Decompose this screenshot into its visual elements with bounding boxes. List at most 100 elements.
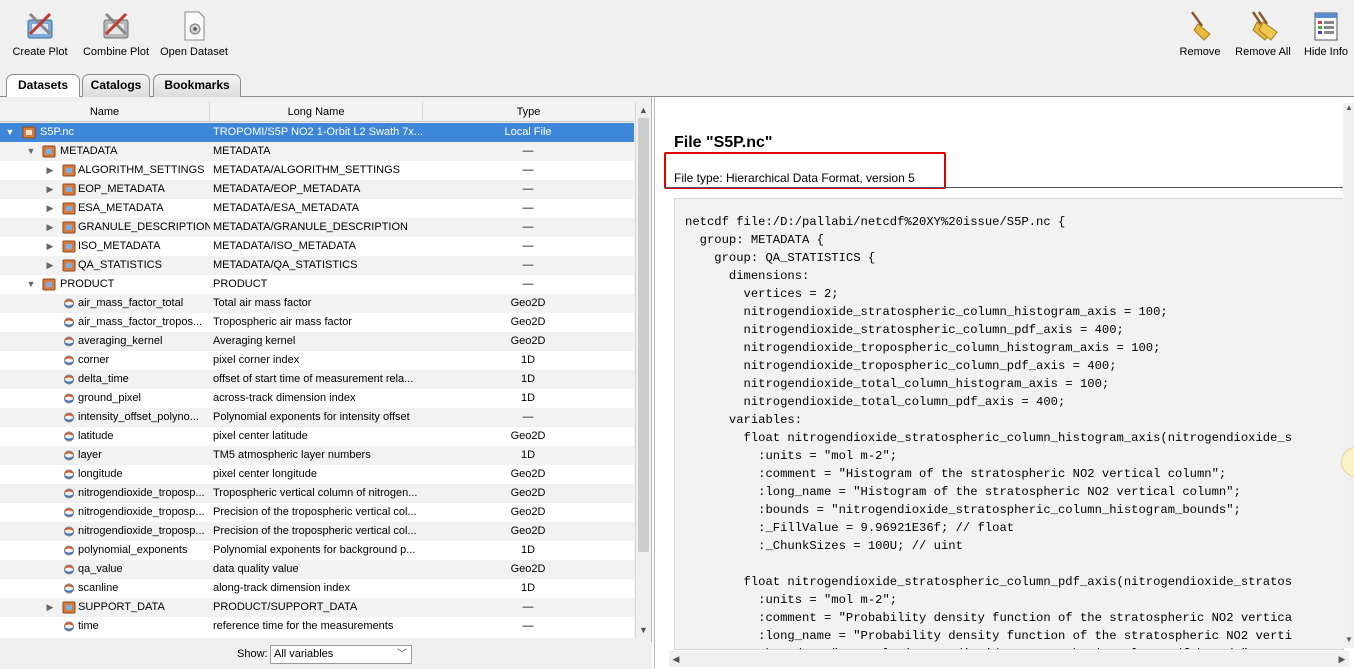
tree-row[interactable]: ▼ PRODUCT PRODUCT — xyxy=(0,275,634,294)
folder-icon xyxy=(42,278,56,291)
tree-row[interactable]: air_mass_factor_tropos... Tropospheric ai… xyxy=(0,313,634,332)
info-horizontal-scrollbar[interactable]: ◀ ▶ xyxy=(669,651,1349,667)
tree-row[interactable]: scanline along-track dimension index 1D xyxy=(0,579,634,598)
tree-row[interactable]: ▶ ESA_METADATA METADATA/ESA_METADATA — xyxy=(0,199,634,218)
tree-cell-name: ▶ ISO_METADATA xyxy=(0,237,210,256)
expand-toggle-icon[interactable]: ▶ xyxy=(44,598,56,617)
tree-row[interactable]: time reference time for the measurements — xyxy=(0,617,634,636)
variable-icon xyxy=(64,336,74,347)
variable-icon xyxy=(64,621,74,632)
tree-item-name: latitude xyxy=(78,430,114,442)
scroll-right-arrow[interactable]: ▶ xyxy=(1335,651,1349,667)
remove-button[interactable]: Remove xyxy=(1178,10,1222,64)
cdl-line: nitrogendioxide_total_column_pdf_axis = … xyxy=(685,395,1066,409)
scroll-up-arrow[interactable]: ▲ xyxy=(1343,103,1354,115)
folder-icon xyxy=(62,259,76,272)
collapse-toggle-icon[interactable]: ▼ xyxy=(4,123,16,142)
tree-row[interactable]: ▶ SUPPORT_DATA PRODUCT/SUPPORT_DATA — xyxy=(0,598,634,617)
variable-icon xyxy=(64,507,74,518)
tab-catalogs[interactable]: Catalogs xyxy=(82,74,150,97)
scrollbar-thumb[interactable] xyxy=(638,118,649,552)
tree-cell-type: — xyxy=(522,240,534,252)
create-plot-button[interactable]: Create Plot xyxy=(10,10,70,64)
tree-cell-type: 1D xyxy=(520,392,536,404)
tree-row[interactable]: ▶ GRANULE_DESCRIPTION METADATA/GRANULE_DES… xyxy=(0,218,634,237)
variable-icon xyxy=(64,545,74,556)
tree-cell-long-name: Polynomial exponents for intensity offse… xyxy=(213,411,410,423)
collapse-toggle-icon[interactable]: ▼ xyxy=(25,142,37,161)
tree-cell-long-name: across-track dimension index xyxy=(213,392,356,404)
scroll-left-arrow[interactable]: ◀ xyxy=(669,651,683,667)
tree-cell-type: — xyxy=(522,202,534,214)
tree-row[interactable]: ▶ ALGORITHM_SETTINGS METADATA/ALGORITHM_SE… xyxy=(0,161,634,180)
open-dataset-button[interactable]: Open Dataset xyxy=(160,10,228,64)
tree-row[interactable]: ▶ EOP_METADATA METADATA/EOP_METADATA — xyxy=(0,180,634,199)
tree-row[interactable]: intensity_offset_polyno... Polynomial exp… xyxy=(0,408,634,427)
cdl-text-area[interactable]: netcdf file:/D:/pallabi/netcdf%20XY%20is… xyxy=(674,198,1344,650)
tab-datasets[interactable]: Datasets xyxy=(6,74,80,98)
tree-cell-name: ▶ ESA_METADATA xyxy=(0,199,210,218)
tree-cell-type: Geo2D xyxy=(510,563,546,575)
expand-toggle-icon[interactable]: ▶ xyxy=(44,218,56,237)
tree-row[interactable]: nitrogendioxide_troposp... Precision of t… xyxy=(0,522,634,541)
variable-icon xyxy=(64,450,74,461)
tree-cell-type: 1D xyxy=(520,582,536,594)
tree-row[interactable]: qa_value data quality value Geo2D xyxy=(0,560,634,579)
variable-icon xyxy=(64,583,74,594)
tree-row[interactable]: longitude pixel center longitude Geo2D xyxy=(0,465,634,484)
expand-toggle-icon[interactable]: ▶ xyxy=(44,180,56,199)
tree-row[interactable]: latitude pixel center latitude Geo2D xyxy=(0,427,634,446)
tree-cell-long-name: pixel center latitude xyxy=(213,430,308,442)
remove-all-button[interactable]: Remove All xyxy=(1234,10,1292,64)
cdl-line: :comment = "Probability density function… xyxy=(685,611,1293,625)
tree-item-name: corner xyxy=(78,354,110,366)
show-filter-select[interactable]: All variables ﹀ xyxy=(270,645,412,664)
tree-cell-name: longitude xyxy=(0,465,210,484)
tree-row[interactable]: delta_time offset of start time of measur… xyxy=(0,370,634,389)
tab-bookmarks[interactable]: Bookmarks xyxy=(153,74,241,97)
expand-toggle-icon[interactable]: ▶ xyxy=(44,256,56,275)
cdl-line: :_FillValue = 9.96921E36f; // float xyxy=(685,521,1015,535)
tree-row[interactable]: ▶ QA_STATISTICS METADATA/QA_STATISTICS — xyxy=(0,256,634,275)
combine-plot-button[interactable]: Combine Plot xyxy=(83,10,149,64)
tree-header: Name Long Name Type xyxy=(0,102,634,122)
info-vertical-scrollbar[interactable]: ▲ ▼ xyxy=(1343,103,1354,648)
tree-item-name: nitrogendioxide_troposp... xyxy=(78,487,205,499)
tree-row[interactable]: nitrogendioxide_troposp... Tropospheric v… xyxy=(0,484,634,503)
open-dataset-icon xyxy=(184,11,205,41)
tree-row[interactable]: ▶ ISO_METADATA METADATA/ISO_METADATA — xyxy=(0,237,634,256)
tree-row[interactable]: ▼ S5P.nc TROPOMI/S5P NO2 1-Orbit L2 Swath … xyxy=(0,123,634,142)
scroll-down-arrow[interactable]: ▼ xyxy=(1343,635,1354,647)
expand-toggle-icon[interactable]: ▶ xyxy=(44,199,56,218)
tree-row[interactable]: corner pixel corner index 1D xyxy=(0,351,634,370)
tree-row[interactable]: polynomial_exponents Polynomial exponents… xyxy=(0,541,634,560)
cdl-line: :units = "mol m-2"; xyxy=(685,449,898,463)
column-header-name[interactable]: Name xyxy=(0,102,210,122)
tree-row[interactable]: averaging_kernel Averaging kernel Geo2D xyxy=(0,332,634,351)
column-header-long-name[interactable]: Long Name xyxy=(210,102,423,122)
scroll-down-arrow[interactable]: ▼ xyxy=(636,623,651,637)
hide-info-button[interactable]: Hide Info xyxy=(1302,10,1350,64)
tree-row[interactable]: air_mass_factor_total Total air mass fact… xyxy=(0,294,634,313)
tree-cell-name: ▼ S5P.nc xyxy=(0,123,210,142)
tree-cell-type: Geo2D xyxy=(510,468,546,480)
column-header-type[interactable]: Type xyxy=(423,102,634,122)
collapse-toggle-icon[interactable]: ▼ xyxy=(25,275,37,294)
tree-row[interactable]: ▼ METADATA METADATA — xyxy=(0,142,634,161)
tree-item-name: intensity_offset_polyno... xyxy=(78,411,199,423)
tree-cell-long-name: Tropospheric air mass factor xyxy=(213,316,352,328)
tree-item-name: time xyxy=(78,620,99,632)
tree-item-name: METADATA xyxy=(60,145,118,157)
tree-vertical-scrollbar[interactable]: ▲ ▼ xyxy=(635,102,650,638)
expand-toggle-icon[interactable]: ▶ xyxy=(44,161,56,180)
tree-row[interactable]: ground_pixel across-track dimension index… xyxy=(0,389,634,408)
tree-row[interactable]: nitrogendioxide_troposp... Precision of t… xyxy=(0,503,634,522)
tree-row[interactable]: layer TM5 atmospheric layer numbers 1D xyxy=(0,446,634,465)
tree-item-name: longitude xyxy=(78,468,123,480)
tree-cell-long-name: Polynomial exponents for background p... xyxy=(213,544,416,556)
scroll-up-arrow[interactable]: ▲ xyxy=(636,103,651,117)
tree-cell-long-name: TM5 atmospheric layer numbers xyxy=(213,449,371,461)
variable-icon xyxy=(64,564,74,575)
expand-toggle-icon[interactable]: ▶ xyxy=(44,237,56,256)
tree-cell-type: 1D xyxy=(520,354,536,366)
